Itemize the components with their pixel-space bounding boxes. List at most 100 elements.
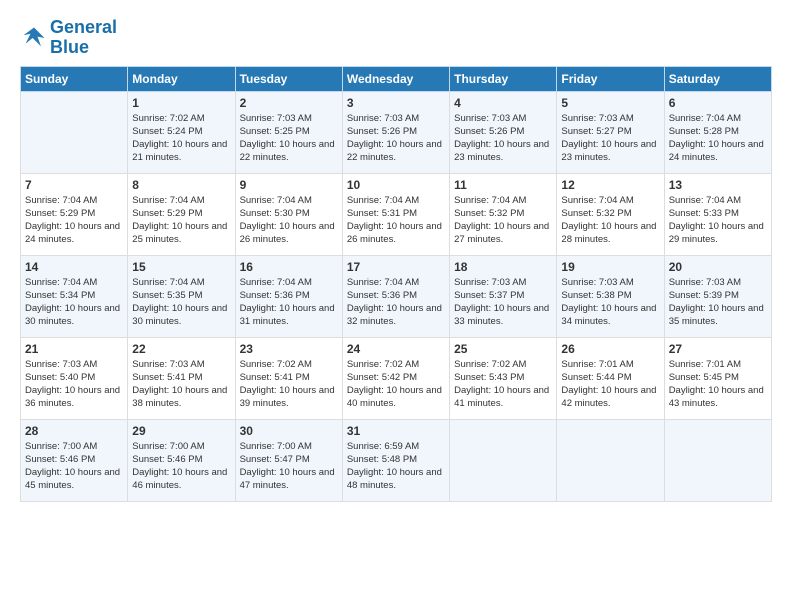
day-info: Sunrise: 7:04 AMSunset: 5:30 PMDaylight:… xyxy=(240,194,338,247)
col-header-monday: Monday xyxy=(128,66,235,91)
day-info: Sunrise: 7:00 AMSunset: 5:46 PMDaylight:… xyxy=(132,440,230,493)
day-info: Sunrise: 7:03 AMSunset: 5:26 PMDaylight:… xyxy=(347,112,445,165)
day-info: Sunrise: 7:01 AMSunset: 5:44 PMDaylight:… xyxy=(561,358,659,411)
week-row-2: 7 Sunrise: 7:04 AMSunset: 5:29 PMDaylight… xyxy=(21,173,772,255)
cell-1-7: 6 Sunrise: 7:04 AMSunset: 5:28 PMDaylight… xyxy=(664,91,771,173)
day-number: 11 xyxy=(454,178,552,192)
cell-4-2: 22Sunrise: 7:03 AMSunset: 5:41 PMDayligh… xyxy=(128,337,235,419)
day-number: 5 xyxy=(561,96,659,110)
day-number: 9 xyxy=(240,178,338,192)
cell-3-5: 18 Sunrise: 7:03 AMSunset: 5:37 PMDayligh… xyxy=(450,255,557,337)
day-info: Sunrise: 7:02 AMSunset: 5:42 PMDaylight:… xyxy=(347,358,445,411)
cell-2-2: 8 Sunrise: 7:04 AMSunset: 5:29 PMDaylight… xyxy=(128,173,235,255)
calendar-table: SundayMondayTuesdayWednesdayThursdayFrid… xyxy=(20,66,772,502)
cell-4-1: 21Sunrise: 7:03 AMSunset: 5:40 PMDayligh… xyxy=(21,337,128,419)
day-info: Sunrise: 7:02 AMSunset: 5:41 PMDaylight:… xyxy=(240,358,338,411)
logo-blue: Blue xyxy=(50,37,89,57)
day-number: 6 xyxy=(669,96,767,110)
day-info: Sunrise: 7:03 AMSunset: 5:27 PMDaylight:… xyxy=(561,112,659,165)
cell-3-1: 14Sunrise: 7:04 AMSunset: 5:34 PMDayligh… xyxy=(21,255,128,337)
day-number: 1 xyxy=(132,96,230,110)
day-info: Sunrise: 7:02 AMSunset: 5:24 PMDaylight:… xyxy=(132,112,230,165)
day-number: 7 xyxy=(25,178,123,192)
day-info: Sunrise: 7:03 AMSunset: 5:25 PMDaylight:… xyxy=(240,112,338,165)
col-header-tuesday: Tuesday xyxy=(235,66,342,91)
cell-5-4: 31 Sunrise: 6:59 AMSunset: 5:48 PMDayligh… xyxy=(342,419,449,501)
day-number: 28 xyxy=(25,424,123,438)
day-info: Sunrise: 7:03 AMSunset: 5:38 PMDaylight:… xyxy=(561,276,659,329)
cell-1-2: 1 Sunrise: 7:02 AMSunset: 5:24 PMDaylight… xyxy=(128,91,235,173)
col-header-sunday: Sunday xyxy=(21,66,128,91)
cell-1-3: 2 Sunrise: 7:03 AMSunset: 5:25 PMDaylight… xyxy=(235,91,342,173)
cell-2-5: 11 Sunrise: 7:04 AMSunset: 5:32 PMDayligh… xyxy=(450,173,557,255)
day-info: Sunrise: 6:59 AMSunset: 5:48 PMDaylight:… xyxy=(347,440,445,493)
day-number: 26 xyxy=(561,342,659,356)
col-header-thursday: Thursday xyxy=(450,66,557,91)
day-number: 19 xyxy=(561,260,659,274)
day-number: 14 xyxy=(25,260,123,274)
day-info: Sunrise: 7:03 AMSunset: 5:39 PMDaylight:… xyxy=(669,276,767,329)
day-number: 27 xyxy=(669,342,767,356)
day-info: Sunrise: 7:04 AMSunset: 5:35 PMDaylight:… xyxy=(132,276,230,329)
day-info: Sunrise: 7:04 AMSunset: 5:28 PMDaylight:… xyxy=(669,112,767,165)
day-number: 31 xyxy=(347,424,445,438)
cell-2-3: 9 Sunrise: 7:04 AMSunset: 5:30 PMDaylight… xyxy=(235,173,342,255)
day-number: 29 xyxy=(132,424,230,438)
cell-5-6 xyxy=(557,419,664,501)
week-row-4: 21Sunrise: 7:03 AMSunset: 5:40 PMDayligh… xyxy=(21,337,772,419)
day-number: 18 xyxy=(454,260,552,274)
day-info: Sunrise: 7:00 AMSunset: 5:46 PMDaylight:… xyxy=(25,440,123,493)
day-info: Sunrise: 7:04 AMSunset: 5:32 PMDaylight:… xyxy=(454,194,552,247)
logo-general: General xyxy=(50,17,117,37)
day-number: 13 xyxy=(669,178,767,192)
day-number: 16 xyxy=(240,260,338,274)
day-number: 2 xyxy=(240,96,338,110)
cell-4-7: 27 Sunrise: 7:01 AMSunset: 5:45 PMDayligh… xyxy=(664,337,771,419)
day-number: 25 xyxy=(454,342,552,356)
cell-1-5: 4Sunrise: 7:03 AMSunset: 5:26 PMDaylight… xyxy=(450,91,557,173)
day-number: 15 xyxy=(132,260,230,274)
week-row-3: 14Sunrise: 7:04 AMSunset: 5:34 PMDayligh… xyxy=(21,255,772,337)
cell-4-4: 24Sunrise: 7:02 AMSunset: 5:42 PMDayligh… xyxy=(342,337,449,419)
cell-5-1: 28 Sunrise: 7:00 AMSunset: 5:46 PMDayligh… xyxy=(21,419,128,501)
week-row-1: 1 Sunrise: 7:02 AMSunset: 5:24 PMDaylight… xyxy=(21,91,772,173)
day-number: 23 xyxy=(240,342,338,356)
page: General Blue SundayMondayTuesdayWednesda… xyxy=(0,0,792,512)
day-number: 30 xyxy=(240,424,338,438)
day-info: Sunrise: 7:03 AMSunset: 5:40 PMDaylight:… xyxy=(25,358,123,411)
cell-2-4: 10Sunrise: 7:04 AMSunset: 5:31 PMDayligh… xyxy=(342,173,449,255)
col-header-wednesday: Wednesday xyxy=(342,66,449,91)
cell-5-2: 29 Sunrise: 7:00 AMSunset: 5:46 PMDayligh… xyxy=(128,419,235,501)
cell-3-4: 17 Sunrise: 7:04 AMSunset: 5:36 PMDayligh… xyxy=(342,255,449,337)
day-info: Sunrise: 7:03 AMSunset: 5:37 PMDaylight:… xyxy=(454,276,552,329)
cell-2-1: 7 Sunrise: 7:04 AMSunset: 5:29 PMDaylight… xyxy=(21,173,128,255)
day-number: 3 xyxy=(347,96,445,110)
day-info: Sunrise: 7:04 AMSunset: 5:33 PMDaylight:… xyxy=(669,194,767,247)
cell-4-6: 26 Sunrise: 7:01 AMSunset: 5:44 PMDayligh… xyxy=(557,337,664,419)
cell-5-5 xyxy=(450,419,557,501)
header: General Blue xyxy=(20,18,772,58)
day-number: 12 xyxy=(561,178,659,192)
cell-3-2: 15 Sunrise: 7:04 AMSunset: 5:35 PMDayligh… xyxy=(128,255,235,337)
day-number: 4 xyxy=(454,96,552,110)
cell-3-7: 20 Sunrise: 7:03 AMSunset: 5:39 PMDayligh… xyxy=(664,255,771,337)
cell-4-5: 25Sunrise: 7:02 AMSunset: 5:43 PMDayligh… xyxy=(450,337,557,419)
day-info: Sunrise: 7:04 AMSunset: 5:32 PMDaylight:… xyxy=(561,194,659,247)
cell-3-3: 16 Sunrise: 7:04 AMSunset: 5:36 PMDayligh… xyxy=(235,255,342,337)
day-info: Sunrise: 7:04 AMSunset: 5:36 PMDaylight:… xyxy=(240,276,338,329)
cell-5-3: 30 Sunrise: 7:00 AMSunset: 5:47 PMDayligh… xyxy=(235,419,342,501)
day-number: 20 xyxy=(669,260,767,274)
day-number: 8 xyxy=(132,178,230,192)
cell-2-7: 13 Sunrise: 7:04 AMSunset: 5:33 PMDayligh… xyxy=(664,173,771,255)
cell-1-4: 3 Sunrise: 7:03 AMSunset: 5:26 PMDaylight… xyxy=(342,91,449,173)
cell-4-3: 23 Sunrise: 7:02 AMSunset: 5:41 PMDayligh… xyxy=(235,337,342,419)
day-info: Sunrise: 7:04 AMSunset: 5:36 PMDaylight:… xyxy=(347,276,445,329)
day-number: 17 xyxy=(347,260,445,274)
day-info: Sunrise: 7:04 AMSunset: 5:29 PMDaylight:… xyxy=(25,194,123,247)
day-info: Sunrise: 7:00 AMSunset: 5:47 PMDaylight:… xyxy=(240,440,338,493)
header-row: SundayMondayTuesdayWednesdayThursdayFrid… xyxy=(21,66,772,91)
day-info: Sunrise: 7:01 AMSunset: 5:45 PMDaylight:… xyxy=(669,358,767,411)
col-header-saturday: Saturday xyxy=(664,66,771,91)
cell-1-6: 5 Sunrise: 7:03 AMSunset: 5:27 PMDaylight… xyxy=(557,91,664,173)
day-info: Sunrise: 7:04 AMSunset: 5:29 PMDaylight:… xyxy=(132,194,230,247)
